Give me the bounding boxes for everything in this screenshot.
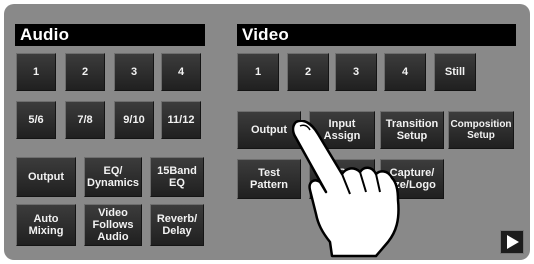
video-follows-audio-button[interactable]: Video Follows Audio xyxy=(84,204,142,246)
composition-setup-button[interactable]: Composition Setup xyxy=(448,111,514,149)
audio-channel-5-6-button[interactable]: 5/6 xyxy=(16,101,56,139)
video-channel-2-button[interactable]: 2 xyxy=(287,53,329,91)
touch-screen: Audio 1 2 3 4 5/6 7/8 9/10 11/12 Output … xyxy=(0,0,534,264)
audio-channel-1-button[interactable]: 1 xyxy=(16,53,56,91)
next-page-button[interactable] xyxy=(500,230,524,254)
eq-dynamics-button[interactable]: EQ/ Dynamics xyxy=(84,157,142,197)
audio-channel-9-10-button[interactable]: 9/10 xyxy=(114,101,154,139)
audio-channel-7-8-button[interactable]: 7/8 xyxy=(65,101,105,139)
play-triangle-icon xyxy=(507,235,519,249)
video-channel-4-button[interactable]: 4 xyxy=(384,53,426,91)
still-logo-button[interactable]: S Lo xyxy=(309,159,375,199)
still-button[interactable]: Still xyxy=(434,53,476,91)
auto-mixing-button[interactable]: Auto Mixing xyxy=(16,204,76,246)
video-channel-1-button[interactable]: 1 xyxy=(237,53,279,91)
video-channel-3-button[interactable]: 3 xyxy=(335,53,377,91)
audio-output-button[interactable]: Output xyxy=(16,157,76,197)
audio-header: Audio xyxy=(15,24,205,46)
test-pattern-button[interactable]: Test Pattern xyxy=(237,159,301,199)
capture-freeze-logo-button[interactable]: Capture/ eze/Logo xyxy=(380,159,444,199)
audio-channel-4-button[interactable]: 4 xyxy=(161,53,201,91)
reverb-delay-button[interactable]: Reverb/ Delay xyxy=(150,204,204,246)
control-panel: Audio 1 2 3 4 5/6 7/8 9/10 11/12 Output … xyxy=(4,4,530,260)
transition-setup-button[interactable]: Transition Setup xyxy=(380,111,444,149)
video-header: Video xyxy=(237,24,516,46)
input-assign-button[interactable]: Input Assign xyxy=(309,111,375,149)
15band-eq-button[interactable]: 15Band EQ xyxy=(150,157,204,197)
audio-channel-3-button[interactable]: 3 xyxy=(114,53,154,91)
video-output-button[interactable]: Output xyxy=(237,111,301,149)
audio-channel-2-button[interactable]: 2 xyxy=(65,53,105,91)
audio-channel-11-12-button[interactable]: 11/12 xyxy=(161,101,201,139)
